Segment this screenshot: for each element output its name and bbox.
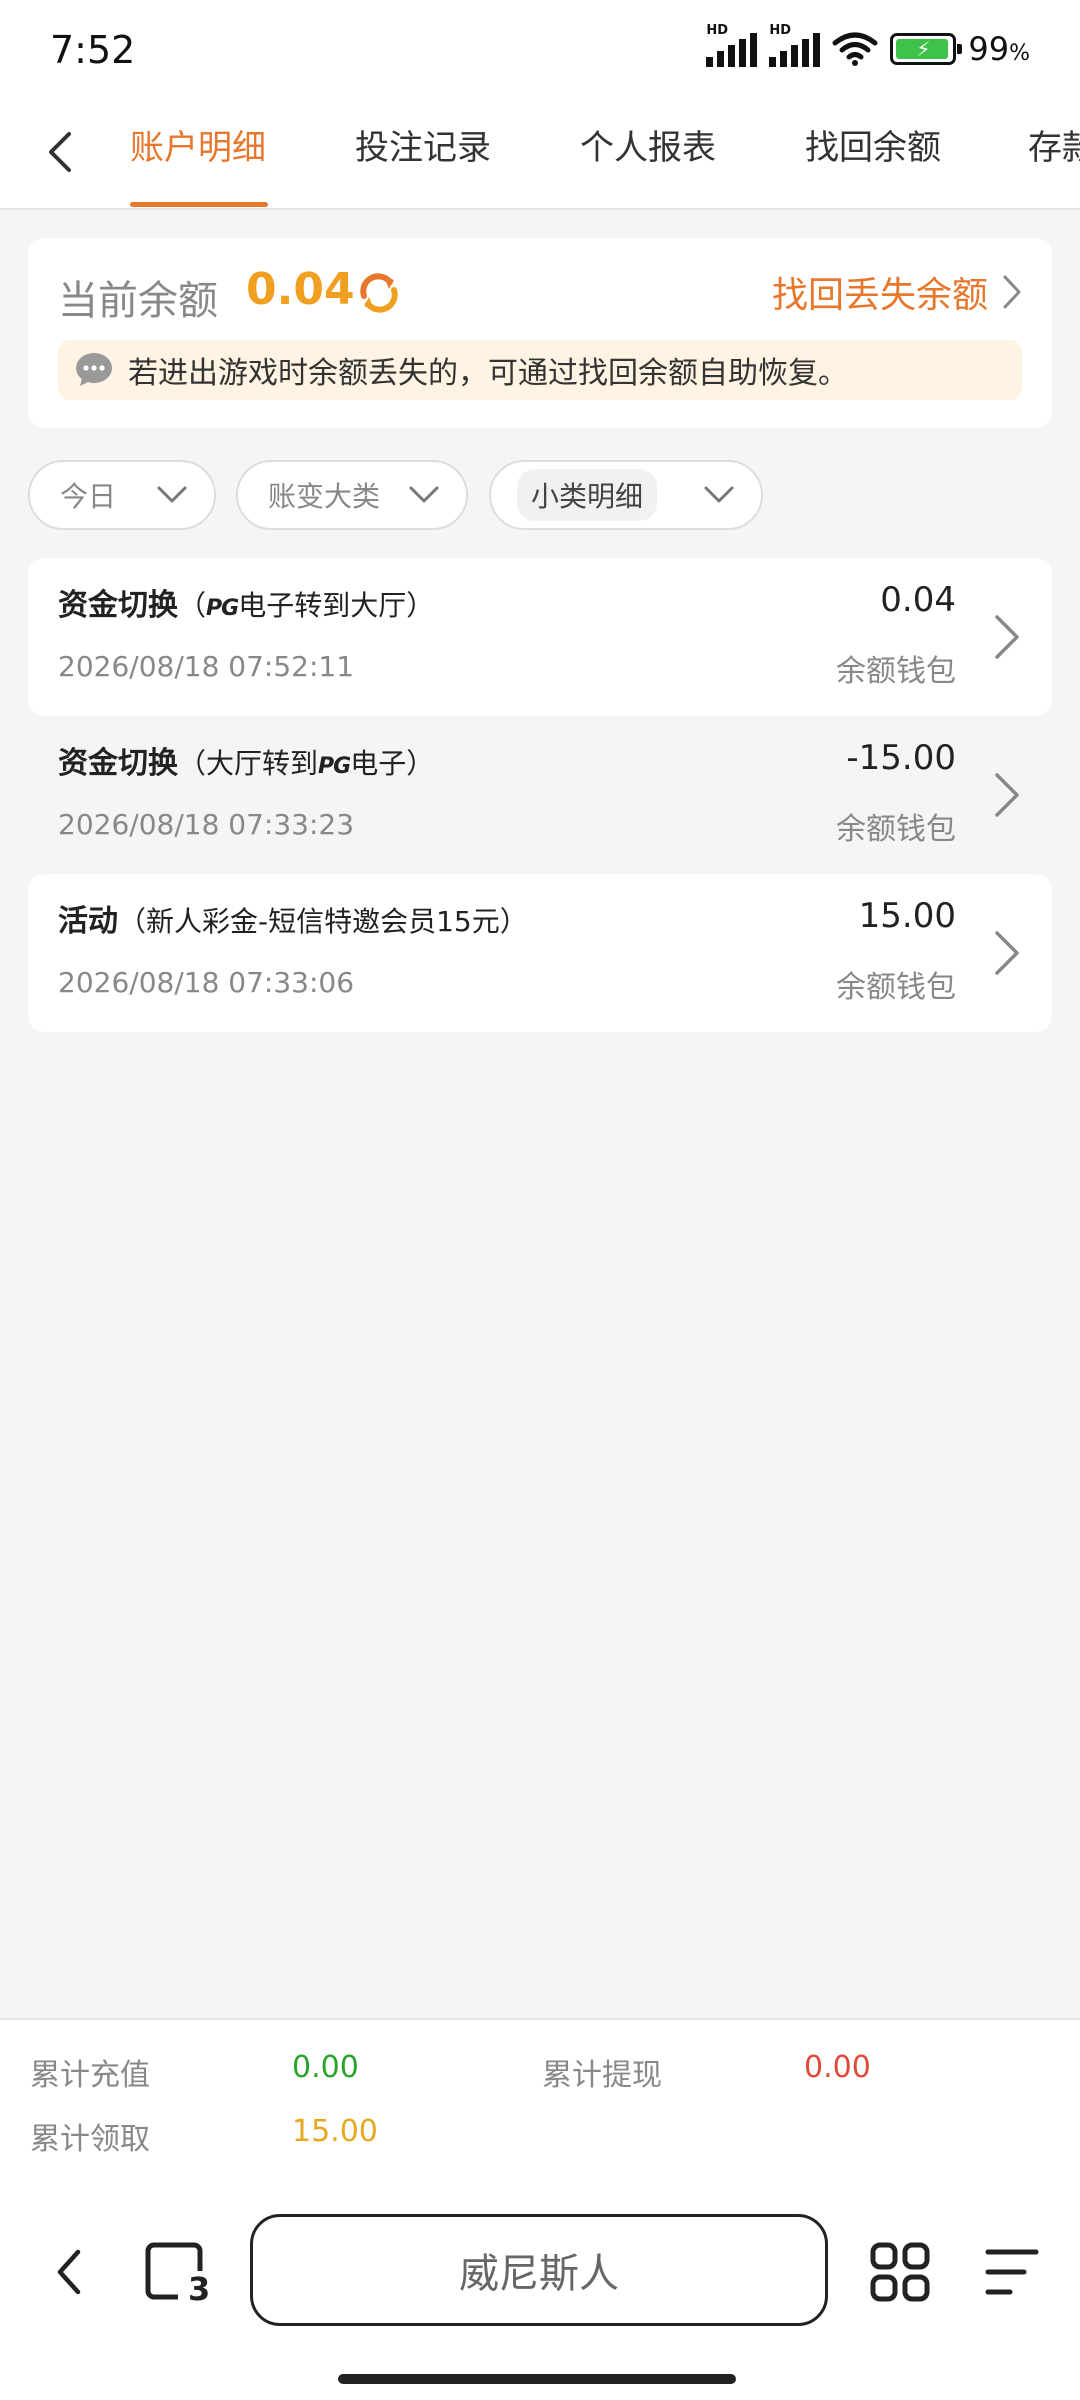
home-indicator[interactable]: [338, 2374, 736, 2384]
transaction-amount: 0.04: [880, 580, 956, 620]
chevron-down-icon: [157, 486, 187, 503]
recover-link-label: 找回丢失余额: [771, 275, 988, 316]
transaction-type: 资金切换: [58, 588, 178, 623]
battery-icon: ⚡: [890, 33, 963, 65]
transaction-wallet: 余额钱包: [836, 812, 956, 847]
transaction-time: 2026/08/18 07:33:06: [58, 966, 355, 999]
browser-toolbar: 3 威尼斯人: [0, 2196, 1080, 2400]
chevron-right-icon: [995, 615, 1019, 659]
filter-date[interactable]: 今日: [28, 460, 216, 530]
total-withdraw-label: 累计提现: [542, 2058, 662, 2093]
transaction-row[interactable]: 资金切换（大厅转到PG电子） 2026/08/18 07:33:23 -15.0…: [28, 716, 1052, 874]
address-bar[interactable]: 威尼斯人: [250, 2214, 828, 2326]
transaction-row[interactable]: 资金切换（PG电子转到大厅） 2026/08/18 07:52:11 0.04 …: [28, 558, 1052, 716]
balance-card: 当前余额 0.04 找回丢失余额 若进出游戏时余额丢失的，可通过找回余额自助恢复…: [28, 238, 1052, 428]
transaction-wallet: 余额钱包: [836, 970, 956, 1005]
status-bar: 7:52 HD HD ⚡ 99%: [0, 0, 1080, 100]
transaction-time: 2026/08/18 07:52:11: [58, 650, 355, 683]
status-time: 7:52: [50, 28, 136, 72]
transaction-amount: -15.00: [846, 738, 956, 778]
wifi-icon: [832, 32, 878, 66]
tab-bet-records[interactable]: 投注记录: [355, 120, 491, 169]
chevron-right-icon: [995, 931, 1019, 975]
filter-subcategory-label: 小类明细: [517, 469, 658, 521]
status-icons: HD HD ⚡ 99%: [706, 23, 1030, 68]
total-withdraw-value: 0.00: [804, 2050, 871, 2085]
tab-personal-report[interactable]: 个人报表: [580, 120, 716, 169]
refresh-icon[interactable]: [356, 270, 402, 316]
tab-count: 3: [188, 2270, 211, 2308]
balance-value: 0.04: [246, 264, 355, 315]
battery-percent: 99%: [968, 30, 1030, 68]
recover-lost-balance-link[interactable]: 找回丢失余额: [772, 266, 1022, 318]
chevron-right-icon: [1003, 275, 1021, 309]
summary-panel: 累计充值 0.00 累计提现 0.00 累计领取 15.00: [0, 2018, 1080, 2196]
transaction-desc: （大厅转到PG电子）: [178, 747, 435, 780]
signal-icon-2: HD: [769, 23, 821, 67]
back-button[interactable]: [30, 122, 90, 182]
browser-back-button[interactable]: [34, 2232, 104, 2312]
tab-deposit[interactable]: 存款: [1028, 120, 1080, 169]
chat-bubble-icon: [76, 353, 112, 386]
signal-icon: HD: [706, 23, 758, 67]
chevron-left-icon: [49, 132, 71, 172]
tab-bar: 账户明细 投注记录 个人报表 找回余额 存款: [0, 100, 1080, 210]
transaction-wallet: 余额钱包: [836, 654, 956, 689]
filter-category-label: 账变大类: [268, 480, 381, 513]
balance-label: 当前余额: [58, 278, 218, 324]
transaction-title: 资金切换（PG电子转到大厅）: [58, 580, 434, 624]
transaction-desc: （新人彩金-短信特邀会员15元）: [118, 905, 528, 938]
transaction-title: 资金切换（大厅转到PG电子）: [58, 738, 434, 782]
filter-date-label: 今日: [60, 480, 117, 513]
active-tab-indicator: [130, 202, 268, 207]
tab-account-details[interactable]: 账户明细: [130, 120, 266, 169]
chevron-down-icon: [409, 486, 439, 503]
total-recharge-label: 累计充值: [30, 2058, 150, 2093]
total-claimed-value: 15.00: [292, 2114, 378, 2149]
transaction-row[interactable]: 活动（新人彩金-短信特邀会员15元） 2026/08/18 07:33:06 1…: [28, 874, 1052, 1032]
apps-button[interactable]: [862, 2232, 938, 2312]
menu-icon: [985, 2249, 1039, 2295]
tabs-button[interactable]: 3: [140, 2232, 210, 2312]
menu-button[interactable]: [974, 2232, 1050, 2312]
filter-category[interactable]: 账变大类: [236, 460, 468, 530]
transaction-type: 活动: [58, 904, 118, 939]
chevron-right-icon: [995, 773, 1019, 817]
chevron-left-icon: [57, 2249, 81, 2295]
tab-recover-balance[interactable]: 找回余额: [805, 120, 941, 169]
chevron-down-icon: [704, 486, 734, 503]
notice-text: 若进出游戏时余额丢失的，可通过找回余额自助恢复。: [128, 356, 848, 391]
notice-bar: 若进出游戏时余额丢失的，可通过找回余额自助恢复。: [58, 340, 1022, 400]
transaction-desc: （PG电子转到大厅）: [178, 589, 435, 622]
transaction-time: 2026/08/18 07:33:23: [58, 808, 355, 841]
transaction-amount: 15.00: [858, 896, 956, 936]
total-claimed-label: 累计领取: [30, 2122, 150, 2157]
grid-icon: [870, 2242, 930, 2302]
pg-logo-icon: PG: [318, 754, 351, 779]
filter-subcategory[interactable]: 小类明细: [489, 460, 763, 530]
total-recharge-value: 0.00: [292, 2050, 359, 2085]
transaction-type: 资金切换: [58, 746, 178, 781]
pg-logo-icon: PG: [206, 596, 239, 621]
transaction-title: 活动（新人彩金-短信特邀会员15元）: [58, 896, 528, 940]
